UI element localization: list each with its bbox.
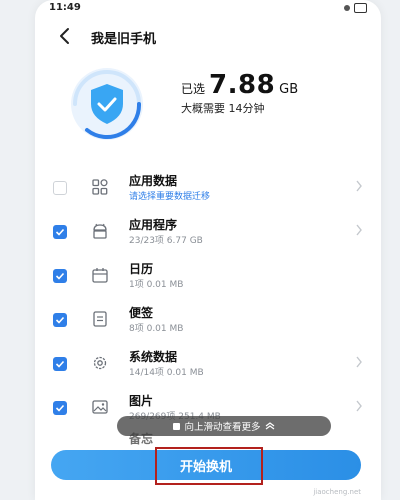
transfer-summary: 已选 7.88 GB 大概需要 14分钟 (35, 64, 381, 144)
list-item-apps[interactable]: 应用程序 23/23项 6.77 GB (35, 208, 381, 252)
checkbox[interactable] (53, 225, 67, 239)
phone-screen: 11:49 我是旧手机 已选 7.88 GB 大概需要 14分钟 应用数据 请选… (35, 0, 381, 500)
header: 我是旧手机 (35, 24, 381, 52)
check-icon (55, 360, 65, 368)
list-item-app-data[interactable]: 应用数据 请选择重要数据迁移 (35, 164, 381, 208)
check-icon (55, 228, 65, 236)
estimated-time: 大概需要 14分钟 (181, 102, 265, 115)
checkbox[interactable] (53, 181, 67, 195)
image-icon (92, 400, 108, 414)
item-title: 系统数据 (129, 350, 178, 364)
android-icon (93, 223, 107, 239)
hint-square-icon (173, 422, 181, 430)
list-item-calendar[interactable]: 日历 1项 0.01 MB (35, 252, 381, 296)
item-title: 应用程序 (129, 218, 178, 232)
item-subtitle: 14/14项 0.01 MB (129, 368, 204, 378)
list-item-notes[interactable]: 便签 8项 0.01 MB (35, 296, 381, 340)
data-type-list: 应用数据 请选择重要数据迁移 应用程序 23/23项 6.77 GB 日历 1项… (35, 164, 381, 428)
scroll-hint-text: 向上滑动查看更多 (184, 422, 261, 433)
checkbox[interactable] (53, 313, 67, 327)
scroll-hint: 向上滑动查看更多 (117, 416, 331, 436)
status-time: 11:49 (49, 2, 81, 13)
item-subtitle: 23/23项 6.77 GB (129, 236, 203, 246)
item-subtitle: 8项 0.01 MB (129, 324, 184, 334)
list-item-system-data[interactable]: 系统数据 14/14项 0.01 MB (35, 340, 381, 384)
selected-size: 已选 7.88 GB (181, 70, 298, 100)
note-icon (93, 311, 107, 327)
shield-illustration (57, 64, 157, 144)
item-subtitle[interactable]: 请选择重要数据迁移 (129, 189, 210, 202)
highlight-box (155, 447, 263, 485)
chevron-right-icon[interactable] (355, 356, 363, 368)
item-title: 日历 (129, 262, 154, 276)
battery-icon (354, 3, 367, 13)
checkbox[interactable] (53, 269, 67, 283)
chevron-right-icon[interactable] (355, 224, 363, 236)
checkbox[interactable] (53, 401, 67, 415)
double-chevron-up-icon (265, 422, 274, 430)
selected-label: 已选 (181, 82, 206, 96)
check-icon (55, 272, 65, 280)
grid-icon (92, 179, 108, 195)
page-title: 我是旧手机 (91, 32, 157, 47)
checkbox[interactable] (53, 357, 67, 371)
selected-value: 7.88 (209, 70, 276, 100)
status-bar: 11:49 (35, 0, 381, 18)
item-subtitle: 1项 0.01 MB (129, 280, 184, 290)
watermark: jiaocheng.net (313, 488, 361, 496)
check-icon (55, 404, 65, 412)
status-icons (344, 3, 367, 13)
item-title: 图片 (129, 394, 154, 408)
item-title: 便签 (129, 306, 154, 320)
chevron-right-icon[interactable] (355, 180, 363, 192)
gear-icon (93, 356, 107, 370)
check-icon (55, 316, 65, 324)
selected-unit: GB (279, 82, 299, 97)
chevron-right-icon[interactable] (355, 400, 363, 412)
back-arrow-icon[interactable] (55, 26, 75, 46)
item-title: 应用数据 (129, 174, 178, 188)
shield-icon (71, 68, 143, 140)
notification-icon (344, 5, 350, 11)
calendar-icon (92, 268, 108, 283)
